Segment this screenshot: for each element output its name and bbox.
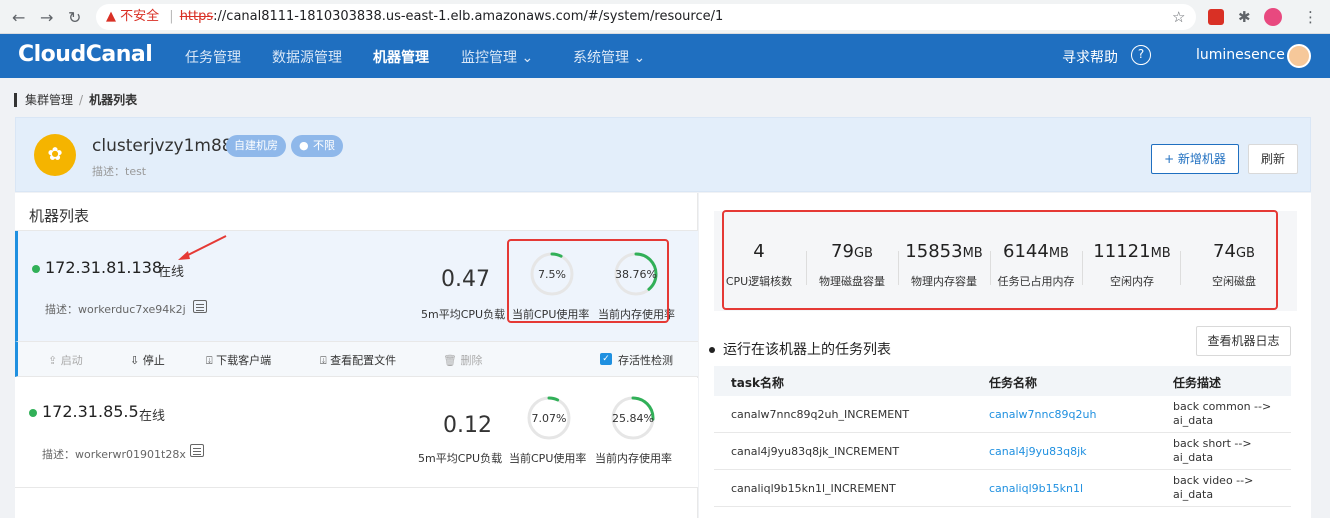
cluster-desc: 描述：test — [92, 165, 147, 178]
col-job-name: 任务名称 — [989, 376, 1038, 390]
liveness-checkbox[interactable]: ✓ — [600, 353, 612, 365]
task-link[interactable]: canalw7nnc89q2uh — [989, 408, 1096, 421]
highlight-box — [722, 210, 1278, 310]
nav-machine[interactable]: 机器管理 — [373, 47, 429, 67]
machine-card[interactable]: 172.31.85.5 在线 描述：workerwr01901t28x 0.12… — [15, 378, 698, 488]
download-client-button[interactable]: ⍗ 下载客户端 — [206, 352, 271, 368]
breadcrumb-current: 机器列表 — [89, 93, 138, 107]
highlight-box — [507, 239, 669, 323]
task-link[interactable]: canaliql9b15kn1l — [989, 482, 1083, 495]
mem-usage-label: 当前内存使用率 — [595, 452, 672, 465]
cpu-load: 0.12 — [443, 413, 492, 438]
table-row: canaliql9b15kn1l_INCREMENT canaliql9b15k… — [714, 470, 1291, 507]
table-row: canal4j9yu83q8jk_INCREMENT canal4j9yu83q… — [714, 433, 1291, 470]
cpu-load-label: 5m平均CPU负载 — [418, 452, 503, 465]
task-id: canal4j9yu83q8jk_INCREMENT — [731, 445, 900, 458]
browser-toolbar: ← → ↻ ▲ 不安全 | https://canal8111-181030383… — [0, 0, 1330, 34]
tag-region: ● 不限 — [291, 135, 343, 157]
task-desc: back short --> ai_data — [1173, 437, 1252, 464]
col-job-desc: 任务描述 — [1173, 376, 1222, 390]
user-name[interactable]: luminesence — [1196, 47, 1285, 63]
cluster-icon: ✿ — [34, 134, 76, 176]
nav-system[interactable]: 系统管理 ⌄ — [573, 47, 645, 67]
cluster-header: ✿ clusterjvzy1m88c2 自建机房 ● 不限 描述：test + 新… — [15, 117, 1311, 192]
annotation-arrow-icon — [178, 235, 227, 260]
file-icon: ⍗ — [320, 354, 327, 367]
task-table-header: task名称 任务名称 任务描述 — [714, 366, 1291, 396]
add-machine-button[interactable]: + 新增机器 — [1151, 144, 1239, 174]
star-icon[interactable]: ☆ — [1172, 8, 1185, 26]
reload-icon[interactable]: ↻ — [68, 8, 81, 27]
upload-icon: ⇪ — [48, 354, 58, 367]
separator: | — [169, 9, 174, 24]
warning-icon: ▲ — [106, 9, 116, 24]
extension-icon[interactable] — [1208, 9, 1224, 25]
download-icon: ⍗ — [206, 354, 213, 367]
location-icon: ● — [299, 139, 309, 152]
logo[interactable]: CloudCanal — [18, 42, 153, 67]
breadcrumb: 集群管理 / 机器列表 — [14, 93, 137, 107]
online-dot — [29, 409, 37, 417]
machine-list-title: 机器列表 — [29, 207, 90, 225]
cpu-usage-label: 当前CPU使用率 — [509, 452, 587, 465]
liveness-label: 存活性检测 — [618, 354, 673, 367]
view-config-button[interactable]: ⍗ 查看配置文件 — [320, 352, 396, 368]
task-desc: back common --> ai_data — [1173, 400, 1272, 427]
insecure-label: 不安全 — [120, 9, 160, 24]
tag-self-built: 自建机房 — [226, 135, 286, 157]
task-id: canalw7nnc89q2uh_INCREMENT — [731, 408, 910, 421]
machine-ip: 172.31.81.138 — [45, 258, 163, 277]
forward-icon[interactable]: → — [40, 8, 53, 27]
view-machine-log-button[interactable]: 查看机器日志 — [1196, 326, 1291, 356]
machine-detail-panel: 4 CPU逻辑核数 79GB 物理磁盘容量 15853MB 物理内存容量 614… — [699, 193, 1311, 518]
task-link[interactable]: canal4j9yu83q8jk — [989, 445, 1087, 458]
machine-actions: ⇪ 启动 ⇩ 停止 ⍗ 下载客户端 ⍗ 查看配置文件 🗑 删除 ✓ 存活性检测 — [15, 341, 698, 377]
machine-status: 在线 — [139, 409, 166, 424]
stop-button[interactable]: ⇩ 停止 — [130, 352, 165, 368]
delete-button[interactable]: 🗑 删除 — [443, 352, 482, 368]
address-bar[interactable]: ▲ 不安全 | https://canal8111-1810303838.us-e… — [96, 4, 1196, 30]
url-path: ://canal8111-1810303838.us-east-1.elb.am… — [213, 9, 724, 24]
bullet — [709, 347, 715, 353]
puzzle-icon[interactable]: ✱ — [1238, 8, 1251, 26]
help-icon[interactable]: ? — [1131, 45, 1151, 65]
start-button[interactable]: ⇪ 启动 — [48, 352, 83, 368]
cpu-load-label: 5m平均CPU负载 — [421, 308, 506, 321]
refresh-button[interactable]: 刷新 — [1248, 144, 1298, 174]
task-list-title: 运行在该机器上的任务列表 — [709, 339, 891, 359]
cpu-usage: 7.07% — [531, 412, 567, 425]
url-scheme: https — [179, 9, 214, 24]
online-dot — [32, 265, 40, 273]
trash-icon: 🗑 — [443, 354, 457, 367]
nav-monitor[interactable]: 监控管理 ⌄ — [461, 47, 533, 67]
help-link[interactable]: 寻求帮助 — [1062, 47, 1118, 67]
back-icon[interactable]: ← — [12, 8, 25, 27]
machine-desc: 描述：workerwr01901t28x — [42, 448, 186, 461]
doc-icon[interactable] — [193, 300, 207, 313]
col-task-name: task名称 — [731, 376, 784, 390]
mem-usage: 25.84% — [612, 412, 654, 425]
table-row: canalw7nnc89q2uh_INCREMENT canalw7nnc89q… — [714, 396, 1291, 433]
task-desc: back video --> ai_data — [1173, 474, 1254, 501]
machine-desc: 描述：workerduc7xe94k2j — [45, 303, 186, 316]
app-header: CloudCanal 任务管理 数据源管理 机器管理 监控管理 ⌄ 系统管理 ⌄… — [0, 34, 1330, 78]
cpu-load: 0.47 — [441, 267, 490, 292]
doc-icon[interactable] — [190, 444, 204, 457]
nav-datasource[interactable]: 数据源管理 — [272, 47, 342, 67]
machine-status: 在线 — [158, 265, 185, 280]
stop-icon: ⇩ — [130, 354, 140, 367]
nav-task[interactable]: 任务管理 — [185, 47, 241, 67]
machine-ip: 172.31.85.5 — [42, 402, 139, 421]
breadcrumb-parent[interactable]: 集群管理 — [25, 93, 73, 107]
machine-list-panel: 机器列表 172.31.81.138 在线 描述：workerduc7xe94k… — [15, 193, 698, 518]
menu-icon[interactable]: ⋮ — [1303, 8, 1318, 26]
avatar[interactable] — [1287, 44, 1311, 68]
task-id: canaliql9b15kn1l_INCREMENT — [731, 482, 896, 495]
profile-icon[interactable] — [1264, 8, 1282, 26]
